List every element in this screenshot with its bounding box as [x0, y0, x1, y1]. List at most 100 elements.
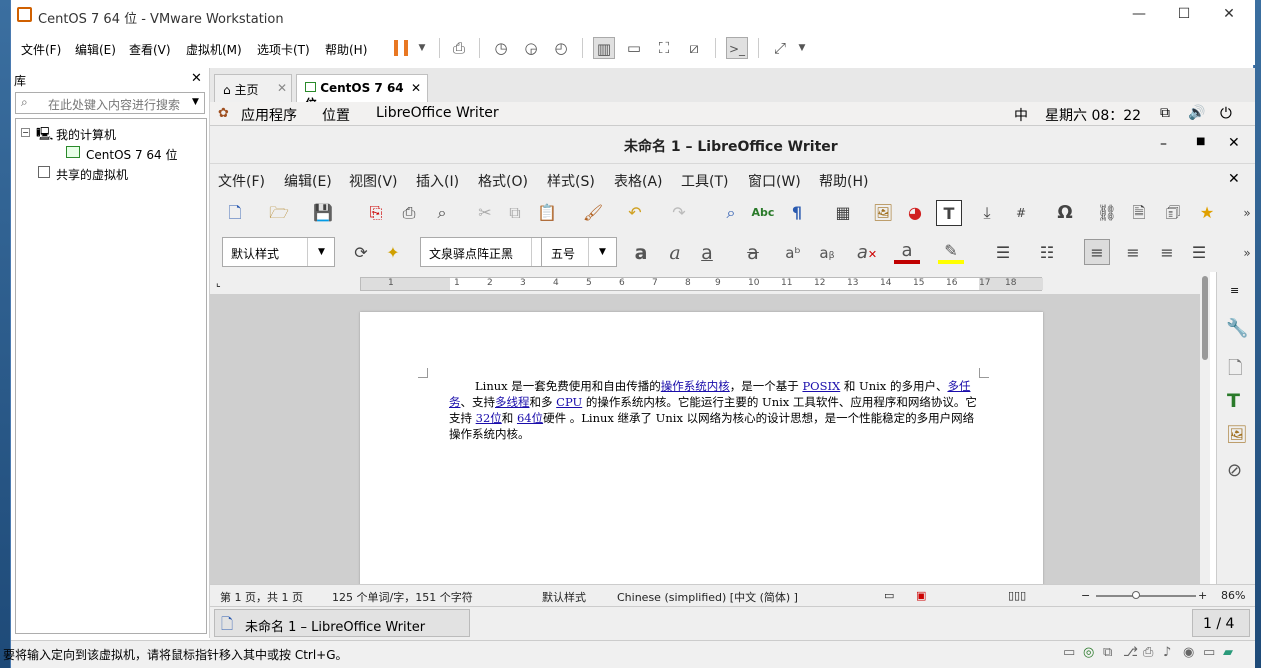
hdd-icon[interactable]: ▭ [1063, 645, 1075, 660]
network-adapter-icon[interactable]: ⧉ [1103, 645, 1112, 660]
close-icon[interactable]: ✕ [411, 81, 421, 95]
track-changes-icon[interactable]: ★ [1194, 200, 1220, 226]
gallery-icon[interactable]: 🖼 [1226, 425, 1248, 445]
comment-icon[interactable]: 🗊 [1160, 200, 1186, 226]
menu-tabs[interactable]: 选项卡(T) [257, 41, 310, 58]
writer-menu-insert[interactable]: 插入(I) [416, 171, 459, 191]
align-center-icon[interactable]: ≡ [1120, 240, 1146, 266]
footnote-icon[interactable]: 🗎 [1126, 200, 1152, 226]
sidebar-menu-icon[interactable]: ≡ [1230, 284, 1239, 297]
spelling-icon[interactable]: Abc [750, 200, 776, 226]
zoom-slider-knob[interactable] [1132, 591, 1140, 599]
font-name-select[interactable]: 文泉驿点阵正黑 ▼ [420, 237, 560, 267]
insert-field-icon[interactable]: # [1008, 200, 1034, 226]
writer-menu-tools[interactable]: 工具(T) [681, 171, 728, 191]
print-preview-icon[interactable]: ⌕ [429, 200, 455, 226]
page-icon[interactable]: 🗋 [1228, 356, 1242, 386]
horizontal-ruler[interactable]: ⌞ 1 1 2 3 4 5 6 7 8 9 10 11 12 13 14 15 … [210, 272, 1210, 294]
save-icon[interactable]: 💾 [310, 200, 336, 226]
tab-home[interactable]: ⌂ 主页 ✕ [214, 74, 292, 102]
status-words[interactable]: 125 个单词/字，151 个字符 [332, 589, 473, 605]
tree-item-my-computer[interactable]: 我的计算机 [56, 126, 116, 143]
status-style[interactable]: 默认样式 [542, 589, 586, 605]
maximize-button[interactable]: ■ [1196, 136, 1205, 147]
tree-item-shared[interactable]: 共享的虚拟机 [56, 166, 128, 183]
highlight-icon[interactable]: ✎ [938, 238, 964, 264]
zoom-in-icon[interactable]: + [1198, 589, 1207, 602]
styles-icon[interactable]: T [1227, 390, 1240, 412]
printer-icon[interactable]: ⎙ [1143, 645, 1153, 660]
status-language[interactable]: Chinese (simplified) [中文 (简体) ] [617, 589, 798, 605]
numbered-list-icon[interactable]: ☷ [1034, 240, 1060, 266]
undo-icon[interactable]: ↶ [622, 200, 648, 226]
minimize-button[interactable]: – [1160, 136, 1167, 152]
scroll-thumb[interactable] [1202, 276, 1208, 360]
snapshot-manager-icon[interactable]: ◴ [550, 37, 572, 59]
writer-menu-view[interactable]: 视图(V) [349, 171, 398, 191]
copy-icon[interactable]: ⧉ [502, 200, 528, 226]
update-style-icon[interactable]: ⟳ [348, 240, 374, 266]
redo-icon[interactable]: ↷ [666, 200, 692, 226]
link-multithread[interactable]: 多线程 [495, 395, 530, 409]
writer-menu-help[interactable]: 帮助(H) [819, 171, 868, 191]
stretch-icon[interactable]: ⤢ [769, 37, 791, 59]
snapshot-icon[interactable]: ◷ [490, 37, 512, 59]
bold-icon[interactable]: a [628, 240, 654, 266]
current-app-label[interactable]: LibreOffice Writer [376, 105, 499, 121]
display-icon[interactable]: ▭ [1203, 645, 1215, 660]
menu-edit[interactable]: 编辑(E) [75, 41, 116, 58]
close-document-icon[interactable]: ✕ [1228, 171, 1240, 187]
library-search[interactable]: ⌕ 在此处键入内容进行搜索 ▼ [15, 92, 205, 114]
font-color-icon[interactable]: a [894, 238, 920, 264]
page-break-icon[interactable]: ⤓ [974, 200, 1000, 226]
unity-icon[interactable]: ⧄ [683, 37, 705, 59]
writer-menu-window[interactable]: 窗口(W) [748, 171, 801, 191]
collapse-icon[interactable]: − [21, 128, 30, 137]
view-layout-icon[interactable]: ▯▯▯ [1008, 589, 1026, 602]
insert-chart-icon[interactable]: ◕ [902, 200, 928, 226]
align-left-icon[interactable]: ≡ [1084, 239, 1110, 265]
print-icon[interactable]: ⎙ [396, 200, 422, 226]
tab-stop-icon[interactable]: ⌞ [216, 278, 221, 289]
usb-icon[interactable]: ⎇ [1123, 645, 1138, 660]
close-icon[interactable]: ✕ [191, 71, 202, 86]
properties-icon[interactable]: 🔧 [1226, 318, 1248, 339]
hyperlink-icon[interactable]: ⛓ [1094, 200, 1120, 226]
italic-icon[interactable]: a [662, 240, 688, 266]
close-button[interactable]: ✕ [1219, 6, 1239, 26]
chevron-down-icon[interactable]: ▼ [192, 97, 199, 107]
link-64bit[interactable]: 64位 [517, 411, 543, 425]
camera-icon[interactable]: ◉ [1183, 645, 1194, 660]
sound-icon[interactable]: ♪ [1163, 645, 1171, 660]
applications-menu[interactable]: 应用程序 [241, 105, 297, 125]
zoom-slider[interactable] [1096, 591, 1196, 599]
underline-icon[interactable]: a [694, 240, 720, 266]
fullscreen-icon[interactable]: ⛶ [653, 37, 675, 59]
clone-formatting-icon[interactable]: 🖌 [580, 200, 606, 226]
insert-textbox-icon[interactable]: T [936, 200, 962, 226]
pause-icon[interactable] [394, 40, 408, 56]
close-button[interactable]: ✕ [1228, 135, 1240, 151]
zoom-out-icon[interactable]: − [1081, 589, 1090, 602]
taskbar-window-button[interactable]: 🗋 未命名 1 – LibreOffice Writer [214, 609, 470, 637]
new-style-icon[interactable]: ✦ [380, 240, 406, 266]
menu-view[interactable]: 查看(V) [129, 41, 171, 58]
subscript-icon[interactable]: aᵦ [814, 240, 840, 266]
stretch-dropdown-icon[interactable]: ▼ [791, 37, 813, 59]
close-icon[interactable]: ✕ [277, 81, 287, 95]
body-paragraph[interactable]: Linux 是一套免费使用和自由传播的操作系统内核，是一个基于 POSIX 和 … [449, 378, 979, 442]
menu-help[interactable]: 帮助(H) [325, 41, 367, 58]
cdrom-icon[interactable]: ◎ [1083, 645, 1094, 660]
open-icon[interactable]: 🗁 [266, 200, 292, 226]
new-document-icon[interactable]: 🗋 [222, 200, 248, 226]
thumbnail-bar-icon[interactable]: ▭ [623, 37, 645, 59]
document-page[interactable]: Linux 是一套免费使用和自由传播的操作系统内核，是一个基于 POSIX 和 … [360, 312, 1043, 602]
strikethrough-icon[interactable]: a [740, 240, 766, 266]
formatting-marks-icon[interactable]: ¶ [784, 200, 810, 226]
cut-icon[interactable]: ✂ [472, 200, 498, 226]
send-ctrl-alt-del-icon[interactable]: ⎙ [448, 37, 470, 59]
vertical-scrollbar[interactable] [1200, 272, 1210, 584]
bullet-list-icon[interactable]: ☰ [990, 240, 1016, 266]
clear-formatting-icon[interactable]: a✕ [854, 240, 880, 266]
find-replace-icon[interactable]: ⌕ [718, 200, 744, 226]
